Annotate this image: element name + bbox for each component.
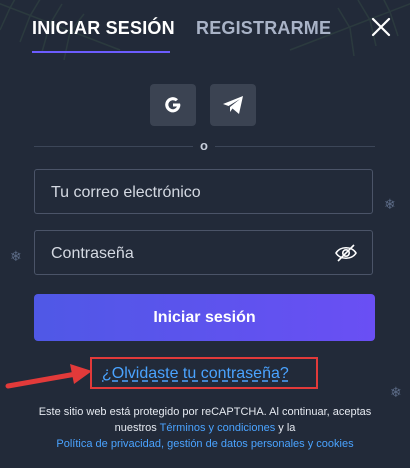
- google-icon: [165, 97, 181, 113]
- active-tab-indicator: [32, 51, 170, 53]
- snowflake-icon: ❄: [10, 248, 22, 264]
- legal-text: y la: [275, 422, 296, 434]
- email-field[interactable]: [34, 169, 373, 215]
- tab-register[interactable]: REGISTRARME: [196, 18, 331, 39]
- eye-icon[interactable]: [334, 242, 358, 264]
- password-input[interactable]: [49, 231, 343, 276]
- tab-login[interactable]: INICIAR SESIÓN: [32, 18, 175, 39]
- close-icon[interactable]: [370, 16, 392, 38]
- login-submit-button[interactable]: Iniciar sesión: [34, 294, 375, 341]
- snowflake-icon: ❄: [384, 196, 396, 212]
- telegram-icon: [223, 96, 243, 114]
- privacy-policy-link[interactable]: Política de privacidad, gestión de datos…: [56, 438, 353, 450]
- auth-tabs: INICIAR SESIÓN REGISTRARME: [32, 16, 392, 53]
- red-arrow-annotation: [5, 364, 92, 389]
- legal-notice: Este sitio web está protegido por reCAPT…: [20, 404, 390, 452]
- password-field[interactable]: [34, 230, 373, 276]
- email-input[interactable]: [49, 170, 343, 215]
- terms-link[interactable]: Términos y condiciones: [160, 422, 276, 434]
- divider-or-label: o: [193, 138, 215, 153]
- telegram-login-button[interactable]: [210, 84, 256, 126]
- forgot-password-link[interactable]: ¿Olvidaste tu contraseña?: [102, 365, 289, 383]
- social-login-buttons: [150, 84, 256, 126]
- snowflake-icon: ❄: [390, 384, 402, 400]
- google-login-button[interactable]: [150, 84, 196, 126]
